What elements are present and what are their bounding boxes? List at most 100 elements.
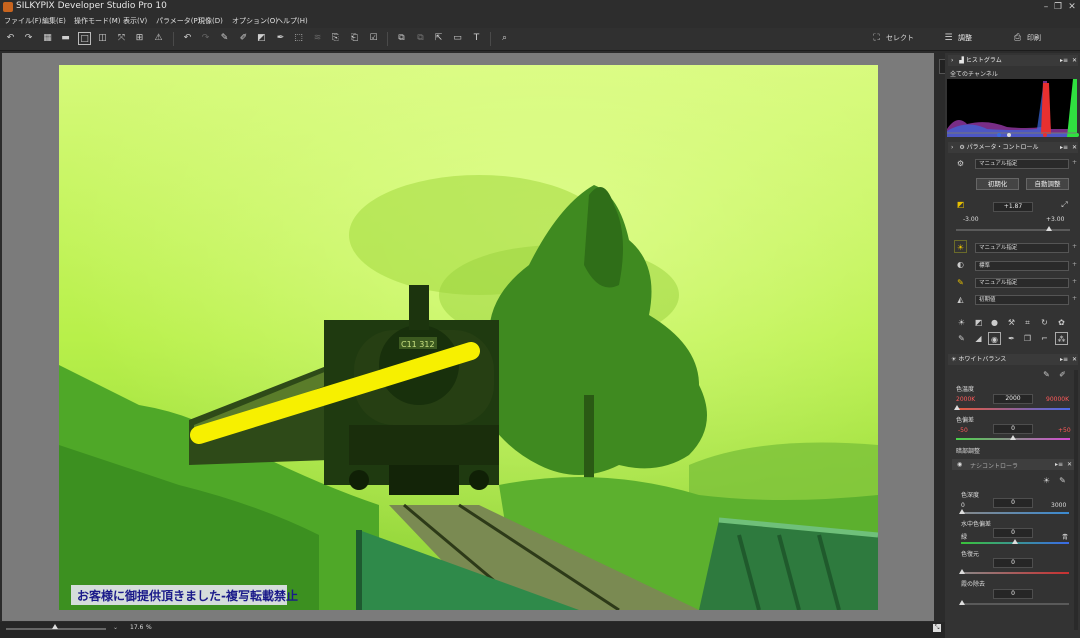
spot-tool-icon[interactable]: ✒: [274, 32, 287, 45]
noise-dropdown[interactable]: 初期値: [975, 295, 1069, 305]
menu-parameter[interactable]: パラメータ(P): [156, 15, 200, 28]
histogram-header[interactable]: › ▟ ヒストグラム ▸≡ ✕: [948, 55, 1078, 66]
wb-temp-spinner[interactable]: 2000: [993, 394, 1033, 404]
grid-view-icon[interactable]: ▦: [41, 32, 54, 45]
wb-tint-spinner[interactable]: 0: [993, 424, 1033, 434]
develop-icon[interactable]: ⧉: [395, 32, 408, 45]
depth-slider[interactable]: [961, 512, 1069, 514]
sharpness-icon[interactable]: ✎: [954, 276, 967, 289]
exposure-auto-icon[interactable]: ⤢: [1058, 198, 1071, 211]
close-button[interactable]: ✕: [1062, 0, 1080, 14]
wb-picker-icon[interactable]: ✎: [218, 32, 231, 45]
tone-dropdown[interactable]: 標準: [975, 261, 1069, 271]
restore-spinner[interactable]: 0: [993, 558, 1033, 568]
wb-dropper-icon[interactable]: ✎: [1040, 368, 1053, 381]
tone-picker-icon[interactable]: ◩: [255, 32, 268, 45]
layer-tool-icon[interactable]: ❐: [1021, 332, 1034, 345]
zoom-icon[interactable]: ⌕: [498, 32, 511, 45]
chevron-right-icon[interactable]: ›: [951, 144, 953, 151]
pen-tool-icon[interactable]: ✒: [1005, 332, 1018, 345]
panel-close-icon[interactable]: ✕: [1072, 354, 1077, 365]
panel-close-icon[interactable]: ✕: [1072, 142, 1077, 153]
menu-edit[interactable]: 編集(E): [42, 15, 66, 28]
warning-icon[interactable]: ⚠: [152, 32, 165, 45]
grid-overlay-icon[interactable]: ⊞: [133, 32, 146, 45]
wb-sun-icon[interactable]: ☀: [954, 240, 967, 253]
print-label[interactable]: 印刷: [1027, 33, 1041, 43]
exposure-slider[interactable]: [956, 229, 1070, 231]
crop-tool-icon[interactable]: ⬚: [292, 32, 305, 45]
photo-preview[interactable]: C11 312 お客様に御提供頂きました-複写転載禁止: [59, 65, 878, 610]
wb-dropdown[interactable]: マニュアル指定: [975, 243, 1069, 253]
restore-slider-knob[interactable]: [959, 569, 965, 574]
layers-icon[interactable]: ≋: [311, 32, 324, 45]
wb-temp-slider[interactable]: [956, 408, 1070, 410]
eye-tool-icon[interactable]: ◉: [988, 332, 1001, 345]
color-tool-icon[interactable]: ●: [988, 316, 1001, 329]
menu-file[interactable]: ファイル(F): [4, 15, 42, 28]
tone-icon[interactable]: ◐: [954, 258, 967, 271]
panel-close-icon[interactable]: ✕: [1072, 55, 1077, 66]
zoom-slider-knob[interactable]: [52, 624, 58, 629]
rotate-tool-icon[interactable]: ↻: [1038, 316, 1051, 329]
depth-spinner[interactable]: 0: [993, 498, 1033, 508]
panel-menu-icon[interactable]: ▸≡: [1060, 142, 1068, 153]
transform-tool-icon[interactable]: ⌗: [1021, 316, 1034, 329]
panel-close-icon[interactable]: ✕: [1067, 461, 1072, 468]
gray-picker-icon[interactable]: ✐: [237, 32, 250, 45]
param-header[interactable]: › ⚙ パラメータ・コントロール ▸≡ ✕: [948, 142, 1078, 153]
depth-slider-knob[interactable]: [959, 509, 965, 514]
filmstrip-view-icon[interactable]: ▬: [59, 32, 72, 45]
taste-dropdown[interactable]: マニュアル指定: [975, 159, 1069, 169]
exposure-slider-knob[interactable]: [1046, 226, 1052, 231]
water-slider-knob[interactable]: [1012, 539, 1018, 544]
wb-add-icon[interactable]: +: [1072, 243, 1077, 250]
undo-icon[interactable]: ↶: [181, 32, 194, 45]
auto-adjust-button[interactable]: 自動調整: [1026, 178, 1069, 190]
rotate-left-icon[interactable]: ↶: [4, 32, 17, 45]
print-icon[interactable]: ⎙: [1011, 32, 1024, 45]
histogram-channel[interactable]: 全てのチャンネル: [950, 69, 998, 78]
redo-icon[interactable]: ↷: [199, 32, 212, 45]
menu-view[interactable]: 表示(V): [123, 15, 147, 28]
fullscreen-icon[interactable]: ⤧: [115, 32, 128, 45]
compare-view-icon[interactable]: ◫: [96, 32, 109, 45]
fine-sub-header[interactable]: ◉ ナシコントローラ ▸≡ ✕: [952, 459, 1074, 470]
single-view-icon[interactable]: □: [78, 32, 91, 45]
water-spinner[interactable]: 0: [993, 528, 1033, 538]
panel-menu-icon[interactable]: ▸≡: [1055, 461, 1063, 468]
curve-tool-icon[interactable]: ◩: [972, 316, 985, 329]
taste-add-icon[interactable]: +: [1072, 159, 1077, 166]
menu-mode[interactable]: 操作モード(M): [74, 15, 121, 28]
select-mode-icon[interactable]: ⛶: [870, 32, 883, 45]
text-tool-icon[interactable]: T: [470, 32, 483, 45]
panel-menu-icon[interactable]: ▸≡: [1060, 354, 1068, 365]
fit-icon[interactable]: ⤡: [933, 624, 941, 632]
effects-tool-icon[interactable]: ✿: [1055, 316, 1068, 329]
menu-option[interactable]: オプション(O): [232, 15, 278, 28]
select-mode-label[interactable]: セレクト: [886, 33, 914, 43]
panel-menu-icon[interactable]: ▸≡: [1060, 55, 1068, 66]
wb-dropper-gray-icon[interactable]: ✐: [1056, 368, 1069, 381]
develop-all-icon[interactable]: ⧉: [414, 32, 427, 45]
sharpness-dropdown[interactable]: マニュアル指定: [975, 278, 1069, 288]
adjust-mode-label[interactable]: 調整: [958, 33, 972, 43]
menu-help[interactable]: ヘルプ(H): [276, 15, 308, 28]
menu-develop[interactable]: 現像(D): [198, 15, 223, 28]
contrast-tool-icon[interactable]: ◢: [972, 332, 985, 345]
panel-scrollbar[interactable]: [1074, 370, 1078, 630]
fine-color-tool-icon[interactable]: ⁂: [1055, 332, 1068, 345]
display-icon[interactable]: ▭: [451, 32, 464, 45]
export-icon[interactable]: ⇱: [432, 32, 445, 45]
chevron-right-icon[interactable]: ›: [951, 57, 953, 64]
crop-tool-icon-2[interactable]: ⌐: [1038, 332, 1051, 345]
brush-tool-icon[interactable]: ⚒: [1005, 316, 1018, 329]
haze-slider-knob[interactable]: [959, 600, 965, 605]
noise-add-icon[interactable]: +: [1072, 295, 1077, 302]
wb-temp-slider-knob[interactable]: [954, 405, 960, 410]
fine-auto-icon[interactable]: ☀: [1040, 474, 1053, 487]
dodge-tool-icon[interactable]: ✎: [955, 332, 968, 345]
wb-header[interactable]: ☀ ホワイトバランス ▸≡ ✕: [948, 354, 1078, 365]
exposure-spinner[interactable]: +1.87: [993, 202, 1033, 212]
restore-slider[interactable]: [961, 572, 1069, 574]
